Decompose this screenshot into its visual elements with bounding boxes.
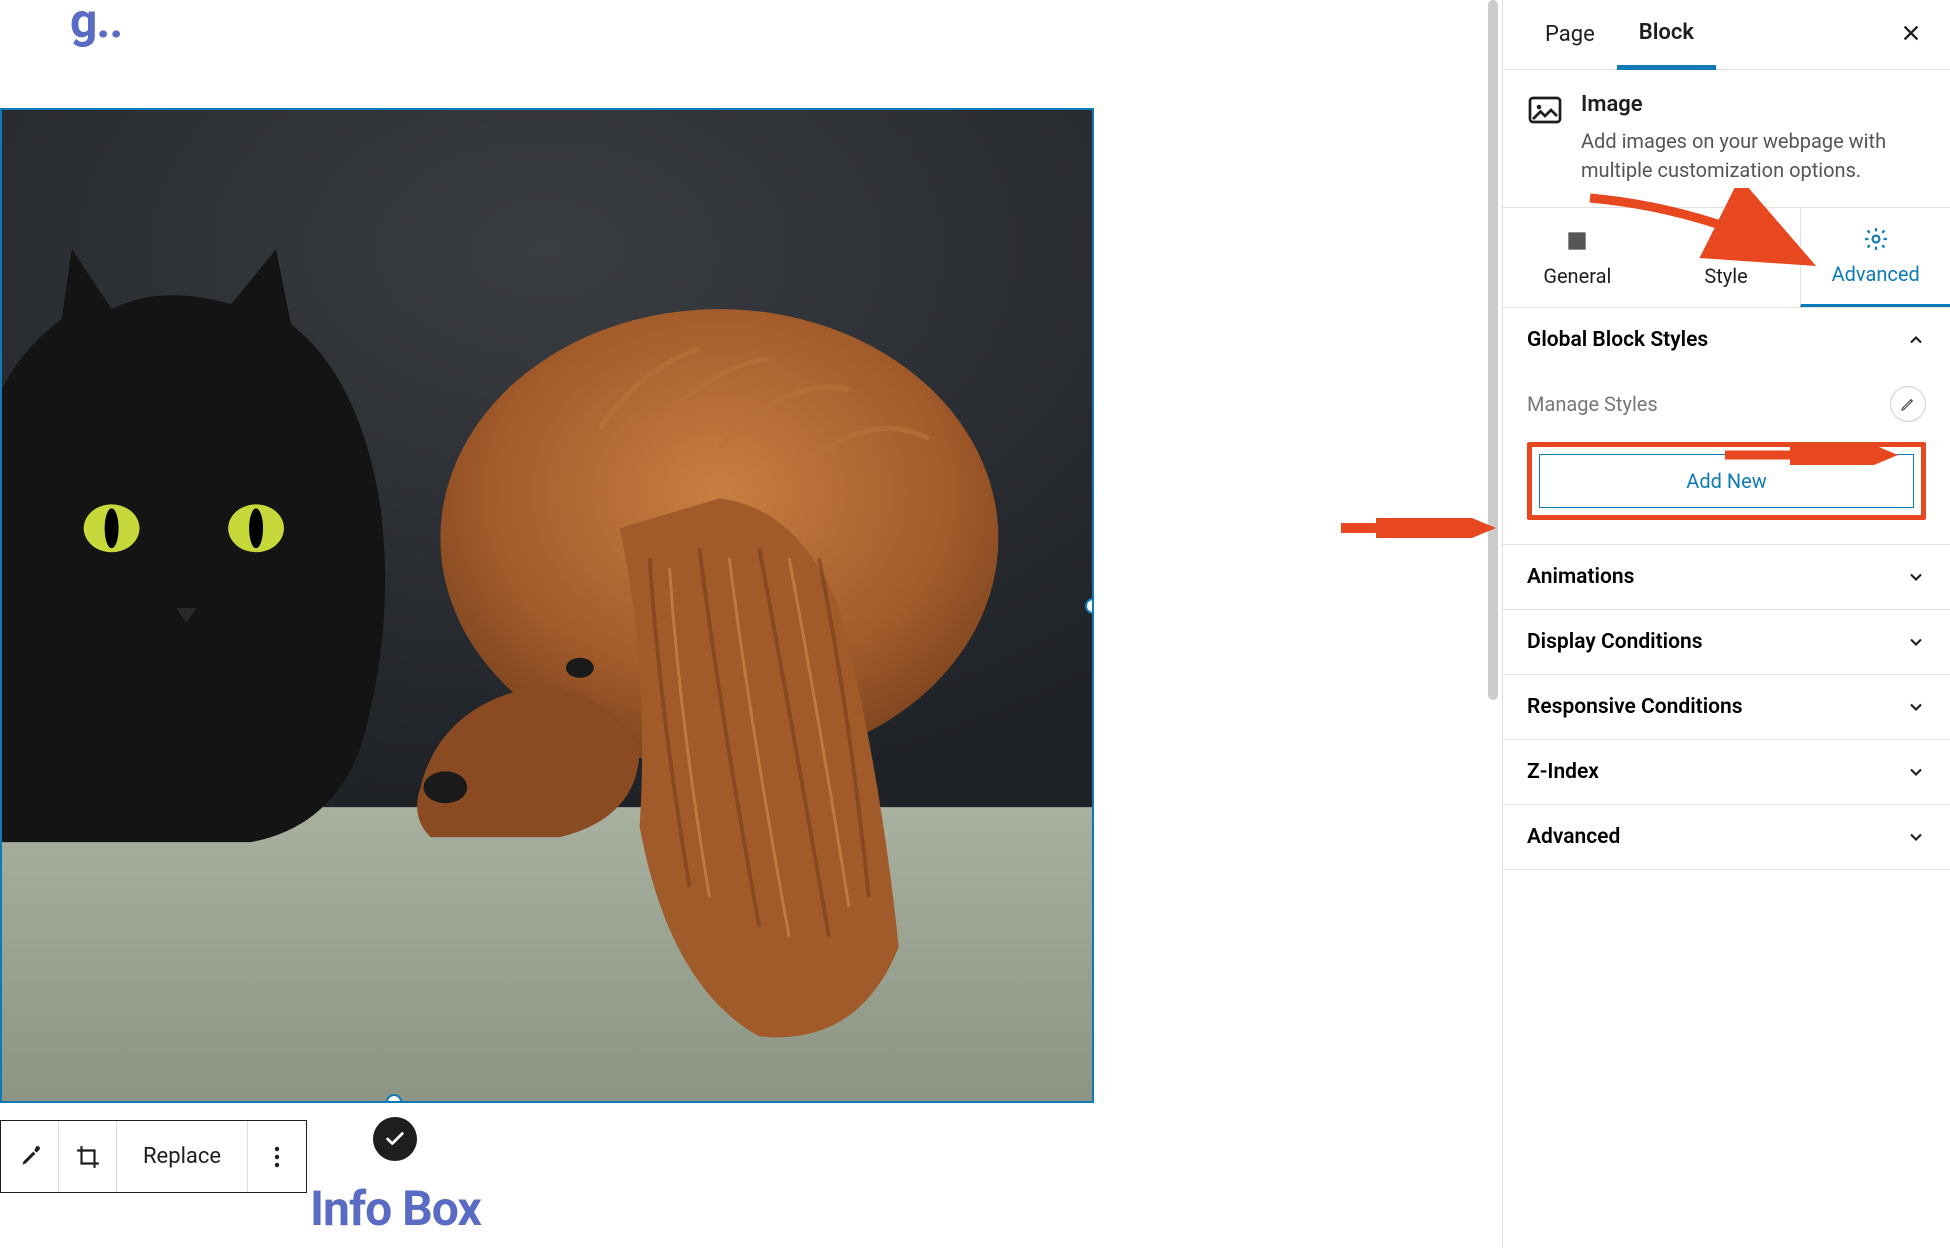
panel-title: Advanced bbox=[1527, 825, 1620, 849]
panel-header-responsive-conditions[interactable]: Responsive Conditions bbox=[1503, 675, 1950, 739]
panel-animations: Animations bbox=[1503, 545, 1950, 610]
panel-header-z-index[interactable]: Z-Index bbox=[1503, 740, 1950, 804]
panel-title: Z-Index bbox=[1527, 760, 1599, 784]
style-icon bbox=[1713, 228, 1739, 254]
panel-title: Animations bbox=[1527, 565, 1634, 589]
settings-tabs: General Style Advanced bbox=[1503, 208, 1950, 308]
chevron-down-icon bbox=[1906, 827, 1926, 847]
close-icon bbox=[1900, 22, 1922, 44]
editor-canvas: g.. bbox=[0, 0, 1510, 1248]
settings-sidebar: Page Block Image Add images on your webp… bbox=[1502, 0, 1950, 1248]
crop-tool-button[interactable] bbox=[59, 1121, 117, 1192]
panel-title: Responsive Conditions bbox=[1527, 695, 1743, 719]
sidebar-tabs: Page Block bbox=[1503, 0, 1950, 70]
pencil-icon bbox=[1900, 396, 1916, 412]
block-description: Add images on your webpage with multiple… bbox=[1581, 127, 1926, 185]
checkmark-badge[interactable] bbox=[373, 1117, 417, 1161]
settings-tab-label: General bbox=[1543, 264, 1611, 288]
image-block-icon bbox=[1527, 92, 1563, 128]
add-new-button[interactable]: Add New bbox=[1539, 454, 1914, 508]
resize-handle-bottom[interactable] bbox=[386, 1094, 402, 1103]
panel-title: Display Conditions bbox=[1527, 630, 1703, 654]
panel-advanced: Advanced bbox=[1503, 805, 1950, 870]
image-block-selected[interactable] bbox=[0, 108, 1094, 1103]
panel-header-display-conditions[interactable]: Display Conditions bbox=[1503, 610, 1950, 674]
manage-styles-row: Manage Styles bbox=[1527, 372, 1926, 442]
manage-styles-label: Manage Styles bbox=[1527, 392, 1658, 416]
gear-icon bbox=[1863, 226, 1889, 252]
settings-tab-general[interactable]: General bbox=[1503, 208, 1652, 307]
more-vertical-icon bbox=[274, 1145, 280, 1169]
panel-responsive-conditions: Responsive Conditions bbox=[1503, 675, 1950, 740]
panel-header-advanced[interactable]: Advanced bbox=[1503, 805, 1950, 869]
block-info: Image Add images on your webpage with mu… bbox=[1503, 70, 1950, 208]
general-icon bbox=[1564, 228, 1590, 254]
image-content bbox=[2, 110, 1092, 1101]
more-options-button[interactable] bbox=[248, 1121, 306, 1192]
chevron-down-icon bbox=[1906, 697, 1926, 717]
chevron-down-icon bbox=[1906, 762, 1926, 782]
edit-styles-button[interactable] bbox=[1890, 386, 1926, 422]
settings-tab-advanced[interactable]: Advanced bbox=[1800, 208, 1950, 307]
panel-z-index: Z-Index bbox=[1503, 740, 1950, 805]
settings-tab-label: Advanced bbox=[1832, 262, 1920, 286]
chevron-up-icon bbox=[1906, 330, 1926, 350]
eyedropper-icon bbox=[17, 1144, 43, 1170]
crop-icon bbox=[75, 1144, 101, 1170]
tab-page[interactable]: Page bbox=[1523, 0, 1617, 70]
panel-header-global-block-styles[interactable]: Global Block Styles bbox=[1503, 308, 1950, 372]
panel-display-conditions: Display Conditions bbox=[1503, 610, 1950, 675]
settings-tab-style[interactable]: Style bbox=[1652, 208, 1801, 307]
panel-header-animations[interactable]: Animations bbox=[1503, 545, 1950, 609]
panel-title: Global Block Styles bbox=[1527, 328, 1708, 352]
check-icon bbox=[384, 1128, 406, 1150]
block-title: Image bbox=[1581, 92, 1926, 117]
add-new-highlight: Add New bbox=[1527, 442, 1926, 520]
cropped-heading: g.. bbox=[70, 0, 122, 49]
settings-tab-label: Style bbox=[1704, 264, 1747, 288]
info-box-heading: Info Box bbox=[310, 1180, 481, 1237]
eyedropper-tool-button[interactable] bbox=[1, 1121, 59, 1192]
chevron-down-icon bbox=[1906, 567, 1926, 587]
block-toolbar: Replace bbox=[0, 1120, 307, 1193]
chevron-down-icon bbox=[1906, 632, 1926, 652]
close-sidebar-button[interactable] bbox=[1892, 10, 1930, 59]
replace-button[interactable]: Replace bbox=[117, 1121, 248, 1192]
panel-global-block-styles: Global Block Styles Manage Styles Add Ne… bbox=[1503, 308, 1950, 545]
resize-handle-right[interactable] bbox=[1085, 598, 1094, 614]
tab-block[interactable]: Block bbox=[1617, 0, 1716, 70]
canvas-scrollbar[interactable] bbox=[1488, 0, 1498, 700]
